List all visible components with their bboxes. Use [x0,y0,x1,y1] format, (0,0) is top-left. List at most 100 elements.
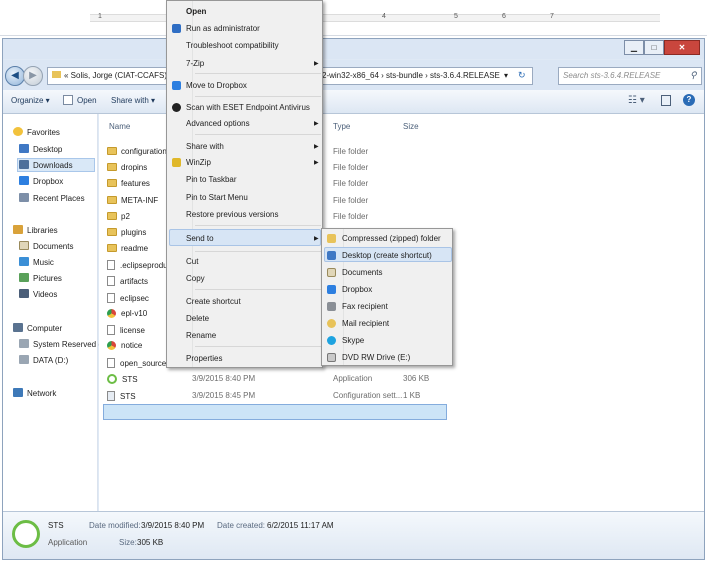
table-row[interactable]: p2 [107,212,130,221]
menu-item-winzip[interactable]: WinZip [186,158,211,167]
menu-item-rename[interactable]: Rename [186,331,216,340]
send-to-skype[interactable]: Skype [342,336,364,345]
search-input[interactable]: Search sts-3.6.4.RELEASE ⚲ [558,67,702,85]
menu-item-pin-to-start-menu[interactable]: Pin to Start Menu [186,193,248,202]
chevron-down-icon[interactable]: ▾ [504,71,508,80]
address-path-end[interactable]: 2-win32-x86_64 › sts-bundle › sts-3.6.4.… [322,71,500,80]
file-type: File folder [333,212,369,221]
column-header-type[interactable]: Type [333,122,350,131]
close-button[interactable]: ✕ [664,40,700,55]
file-name: configuration [121,147,167,156]
table-row[interactable]: plugins [107,228,146,237]
nav-downloads[interactable]: Downloads [19,160,73,170]
nav-pictures[interactable]: Pictures [19,273,62,283]
send-to-documents[interactable]: Documents [342,268,382,277]
send-to-dropbox[interactable]: Dropbox [342,285,372,294]
open-button[interactable]: Open [77,96,97,105]
back-button[interactable]: ◀ [5,66,25,86]
menu-gutter [167,1,193,367]
menu-item-run-as-administrator[interactable]: Run as administrator [186,24,260,33]
help-icon[interactable]: ? [683,94,695,106]
table-row[interactable]: configuration [107,147,167,156]
send-to-mail-recipient[interactable]: Mail recipient [342,319,389,328]
details-size-label: Size: [119,538,137,547]
details-pane: STS Application Date modified: 3/9/2015 … [3,511,704,559]
menu-item-scan-eset[interactable]: Scan with ESET Endpoint Antivirus [186,103,310,112]
nav-label: Computer [27,324,63,333]
share-with-button[interactable]: Share with ▾ [111,96,155,105]
file-date: 3/9/2015 8:45 PM [192,391,256,400]
table-row[interactable]: eclipsec [107,293,149,303]
table-row[interactable]: artifacts [107,276,148,286]
nav-label: DATA (D:) [33,356,69,365]
menu-item-send-to[interactable]: Send to [186,234,214,243]
organize-button[interactable]: Organize ▾ [11,96,50,105]
nav-network[interactable]: Network [13,388,56,398]
menu-item-move-to-dropbox[interactable]: Move to Dropbox [186,81,247,90]
recent-places-icon [19,193,29,202]
file-name: dropins [121,163,148,172]
forward-button[interactable]: ▶ [23,66,43,86]
file-type: File folder [333,179,369,188]
nav-dropbox[interactable]: Dropbox [19,176,63,186]
nav-recent-places[interactable]: Recent Places [19,193,85,203]
nav-libraries[interactable]: Libraries [13,225,58,235]
preview-pane-icon[interactable] [661,95,671,106]
column-header-name[interactable]: Name [109,122,130,131]
menu-item-delete[interactable]: Delete [186,314,209,323]
send-to-fax-recipient[interactable]: Fax recipient [342,302,388,311]
address-path-start[interactable]: « Solis, Jorge (CIAT-CCAFS) › D [52,71,180,80]
table-row[interactable]: epl-v10 [107,309,147,318]
menu-item-advanced-options[interactable]: Advanced options [186,119,250,128]
nav-documents[interactable]: Documents [19,241,73,251]
menu-item-7zip[interactable]: 7-Zip [186,59,204,68]
menu-item-troubleshoot-compatibility[interactable]: Troubleshoot compatibility [186,41,279,50]
title-bar: ▁ □ ✕ [3,39,704,59]
file-icon [107,260,115,270]
send-to-dvd-drive[interactable]: DVD RW Drive (E:) [342,353,410,362]
table-row[interactable]: .eclipseproduct [107,260,174,270]
menu-item-create-shortcut[interactable]: Create shortcut [186,297,241,306]
desktop-icon [19,144,29,153]
file-name: META-INF [121,196,159,205]
details-modified-value: 3/9/2015 8:40 PM [141,521,205,530]
table-row[interactable]: readme [107,244,148,253]
nav-label: Desktop [33,145,63,154]
table-row[interactable]: notice [107,341,142,350]
command-bar: Organize ▾ Open Share with ▾ ☷ ▾ ? [3,90,704,114]
maximize-button[interactable]: □ [644,40,664,55]
menu-item-pin-to-taskbar[interactable]: Pin to Taskbar [186,175,237,184]
send-to-desktop-shortcut[interactable]: Desktop (create shortcut) [342,251,432,260]
view-options-icon[interactable]: ☷ ▾ [628,95,645,106]
nav-computer[interactable]: Computer [13,323,62,333]
breadcrumb-sep: « [64,71,71,80]
menu-item-restore-previous-versions[interactable]: Restore previous versions [186,210,278,219]
menu-item-share-with[interactable]: Share with [186,142,224,151]
nav-data-drive[interactable]: DATA (D:) [19,355,68,365]
column-header-size[interactable]: Size [403,122,419,131]
table-row[interactable]: license [107,325,145,335]
menu-item-copy[interactable]: Copy [186,274,205,283]
nav-system-reserved[interactable]: System Reserved (C: [19,339,109,349]
table-row[interactable]: open_source_li [107,358,174,368]
menu-item-properties[interactable]: Properties [186,354,222,363]
music-icon [19,257,29,266]
nav-music[interactable]: Music [19,257,54,267]
send-to-compressed-folder[interactable]: Compressed (zipped) folder [342,234,441,243]
refresh-icon[interactable]: ↻ [518,70,526,81]
nav-favorites[interactable]: Favorites [13,127,60,137]
table-row[interactable]: features [107,179,150,188]
nav-videos[interactable]: Videos [19,289,57,299]
folder-icon [107,228,117,236]
drive-icon [19,355,29,364]
table-row[interactable]: META-INF [107,196,158,205]
table-row[interactable]: dropins [107,163,147,172]
menu-item-open[interactable]: Open [186,7,206,16]
details-file-name: STS [48,521,64,530]
table-row[interactable]: STS [107,391,136,401]
menu-item-cut[interactable]: Cut [186,257,198,266]
search-icon[interactable]: ⚲ [690,70,697,81]
table-row[interactable]: STS [107,374,138,384]
nav-desktop[interactable]: Desktop [19,144,62,154]
minimize-button[interactable]: ▁ [624,40,644,55]
